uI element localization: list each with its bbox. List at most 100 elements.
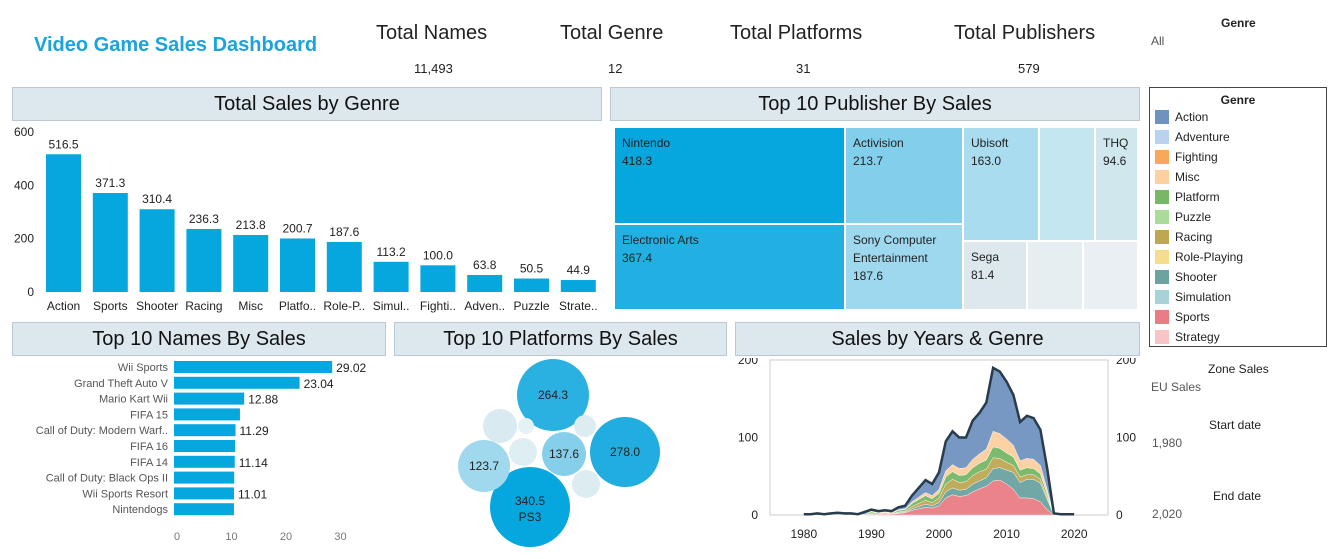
treemap-cell-electronic-arts[interactable]: Electronic Arts 367.4 xyxy=(614,224,845,310)
y-tick-label: 600 xyxy=(14,125,34,139)
treemap-cell-name: Nintendo xyxy=(622,136,671,150)
platform-bubble xyxy=(483,409,517,443)
legend-item[interactable]: Racing xyxy=(1150,227,1326,247)
name-category-label: Mario Kart Wii xyxy=(99,394,168,406)
x-tick-label: 0 xyxy=(174,531,180,543)
treemap-cell-activision[interactable]: Activision 213.7 xyxy=(845,127,963,224)
x-tick-label: 2010 xyxy=(993,527,1020,541)
legend-label: Role-Playing xyxy=(1175,250,1244,264)
platform-bubble xyxy=(518,418,534,434)
legend-item[interactable]: Action xyxy=(1150,107,1326,127)
legend-swatch xyxy=(1155,130,1169,144)
genre-bar xyxy=(326,241,362,292)
legend-swatch xyxy=(1155,270,1169,284)
treemap-cell-value: 418.3 xyxy=(622,154,653,168)
legend-item[interactable]: Misc xyxy=(1150,167,1326,187)
legend-label: Racing xyxy=(1175,230,1213,244)
bar-value-label: 100.0 xyxy=(423,248,453,262)
name-category-label: Call of Duty: Modern Warf.. xyxy=(36,425,168,437)
x-tick-label: 1990 xyxy=(858,527,885,541)
name-bar xyxy=(174,408,240,421)
legend-item[interactable]: Strategy xyxy=(1150,327,1326,347)
legend-item[interactable]: Platform xyxy=(1150,187,1326,207)
y-tick-label-right: 0 xyxy=(1116,508,1123,522)
treemap-cell-unlabeled-2[interactable] xyxy=(1027,241,1083,310)
x-tick-label: Shooter xyxy=(136,299,178,313)
bar-value-label: 63.8 xyxy=(473,258,497,272)
treemap-cell-unlabeled-1[interactable] xyxy=(1039,127,1095,241)
treemap-cell-value: 187.6 xyxy=(853,269,884,283)
legend-label: Misc xyxy=(1175,170,1200,184)
x-tick-label: 30 xyxy=(334,531,346,543)
genre-legend: Genre Action Adventure Fighting Misc Platfor… xyxy=(1149,87,1327,347)
genre-bar xyxy=(233,234,269,292)
x-tick-label: Simul.. xyxy=(373,299,410,313)
name-bar xyxy=(174,440,236,452)
genre-filter-dropdown[interactable]: All xyxy=(1151,34,1164,48)
zone-sales-selector[interactable]: EU Sales xyxy=(1151,380,1201,394)
name-bar xyxy=(174,471,235,484)
bubble-platform-label: PS3 xyxy=(519,510,542,524)
legend-item[interactable]: Puzzle xyxy=(1150,207,1326,227)
bar-value-label: 310.4 xyxy=(142,192,172,206)
treemap-cell-thq[interactable]: THQ 94.6 xyxy=(1095,127,1138,241)
legend-label: Fighting xyxy=(1175,150,1218,164)
end-date-input[interactable]: 2,020 xyxy=(1152,507,1182,521)
x-tick-label: Sports xyxy=(93,299,128,313)
treemap-cell-nintendo[interactable]: Nintendo 418.3 xyxy=(614,127,845,224)
treemap-cell-sony[interactable]: Sony Computer Entertainment 187.6 xyxy=(845,224,963,310)
legend-swatch xyxy=(1155,330,1169,344)
legend-item[interactable]: Simulation xyxy=(1150,287,1326,307)
legend-item[interactable]: Sports xyxy=(1150,307,1326,327)
treemap-cell-sega[interactable]: Sega 81.4 xyxy=(963,241,1027,310)
legend-label: Strategy xyxy=(1175,330,1220,344)
y-tick-label: 0 xyxy=(27,285,34,299)
name-category-label: Wii Sports xyxy=(118,362,169,374)
zone-sales-label: Zone Sales xyxy=(1208,362,1269,376)
x-tick-label: Racing xyxy=(185,299,222,313)
treemap-cell-unlabeled-3[interactable] xyxy=(1083,241,1138,310)
genre-bar xyxy=(373,261,409,292)
name-bar xyxy=(174,376,300,389)
name-category-label: Wii Sports Resort xyxy=(82,488,168,500)
legend-item[interactable]: Adventure xyxy=(1150,127,1326,147)
publisher-treemap: Nintendo 418.3 Electronic Arts 367.4 Act… xyxy=(614,127,1138,310)
kpi-total-publishers-label: Total Publishers xyxy=(954,22,1096,44)
x-tick-label: 1980 xyxy=(790,527,817,541)
treemap-cell-ubisoft[interactable]: Ubisoft 163.0 xyxy=(963,127,1039,241)
kpi-total-names-value: 11,493 xyxy=(414,61,453,76)
legend-label: Puzzle xyxy=(1175,210,1212,224)
legend-item[interactable]: Fighting xyxy=(1150,147,1326,167)
name-category-label: FIFA 16 xyxy=(130,441,168,453)
name-category-label: FIFA 14 xyxy=(130,457,168,469)
genre-bar xyxy=(186,228,222,292)
treemap-cell-value: 367.4 xyxy=(622,251,653,265)
legend-label: Simulation xyxy=(1175,290,1232,304)
genre-sales-chart: 0 200 400 600 516.5 Action 371.3 Sports 310.4 Sho… xyxy=(14,125,598,313)
kpi-total-names-label: Total Names xyxy=(376,22,488,44)
bar-value-label: 516.5 xyxy=(48,137,78,151)
legend-swatch xyxy=(1155,190,1169,204)
kpi-total-genre-value: 12 xyxy=(608,61,623,76)
y-tick-label-right: 200 xyxy=(1116,358,1136,367)
legend-item[interactable]: Shooter xyxy=(1150,267,1326,287)
names-sales-header: Top 10 Names By Sales xyxy=(12,322,386,356)
bar-value-label: 236.3 xyxy=(189,212,219,226)
kpi-total-platforms-label: Total Platforms xyxy=(730,22,863,44)
legend-label: Shooter xyxy=(1175,270,1218,284)
kpi-total-publishers-value: 579 xyxy=(1018,61,1040,76)
bar-value-label: 213.8 xyxy=(236,218,266,232)
y-tick-label-left: 200 xyxy=(738,358,758,367)
x-tick-label: Misc xyxy=(238,299,263,313)
bubble-value-label: 264.3 xyxy=(538,388,568,402)
y-tick-label-left: 0 xyxy=(751,508,758,522)
legend-swatch xyxy=(1155,310,1169,324)
legend-swatch xyxy=(1155,210,1169,224)
name-bar xyxy=(174,392,245,405)
start-date-input[interactable]: 1,980 xyxy=(1152,436,1182,450)
legend-swatch xyxy=(1155,230,1169,244)
bubble-value-label: 123.7 xyxy=(469,459,499,473)
treemap-cell-name: Electronic Arts xyxy=(622,233,699,247)
legend-item[interactable]: Role-Playing xyxy=(1150,247,1326,267)
name-bar xyxy=(174,455,235,468)
